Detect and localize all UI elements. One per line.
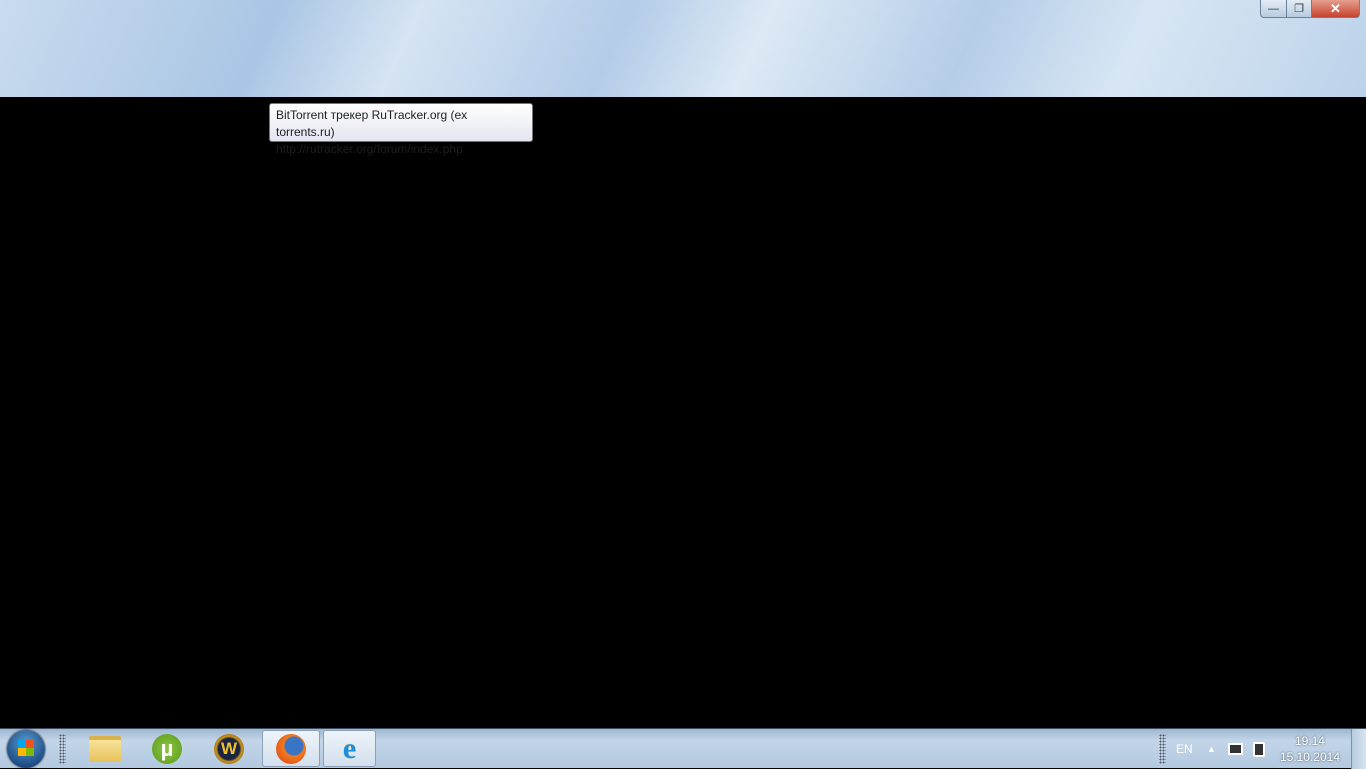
minimize-button[interactable]: — — [1260, 0, 1287, 18]
tooltip-title: BitTorrent трекер RuTracker.org (ex torr… — [276, 108, 468, 139]
taskbar: µ W e EN ▲ 19:14 15.10.2014 — [0, 728, 1366, 769]
ie-icon: e — [342, 731, 357, 765]
window-titlebar: — ❐ ✕ — [0, 0, 1366, 97]
taskbar-utorrent[interactable]: µ — [138, 730, 196, 767]
wow-icon: W — [214, 733, 244, 764]
taskbar-grip[interactable] — [59, 734, 66, 764]
clock-time: 19:14 — [1294, 734, 1325, 748]
clock[interactable]: 19:14 15.10.2014 — [1280, 733, 1340, 765]
network-icon[interactable] — [1228, 729, 1243, 769]
folder-icon — [89, 735, 121, 762]
taskbar-ie[interactable]: e — [323, 730, 376, 767]
tray-expand-icon[interactable]: ▲ — [1207, 729, 1216, 769]
tray-grip[interactable] — [1159, 734, 1166, 764]
windows-logo-icon — [18, 740, 34, 756]
taskbar-firefox[interactable] — [262, 730, 320, 767]
firefox-icon — [276, 733, 306, 764]
taskbar-explorer[interactable] — [76, 730, 134, 767]
taskbar-wow[interactable]: W — [200, 730, 258, 767]
start-button[interactable] — [7, 730, 45, 768]
window-controls: — ❐ ✕ — [1260, 0, 1360, 18]
language-indicator[interactable]: EN — [1176, 729, 1193, 769]
maximize-button[interactable]: ❐ — [1287, 0, 1312, 18]
clock-date: 15.10.2014 — [1279, 750, 1340, 764]
tooltip: BitTorrent трекер RuTracker.org (ex torr… — [269, 103, 533, 156]
power-icon[interactable] — [1253, 729, 1265, 769]
utorrent-icon: µ — [152, 733, 182, 764]
tooltip-url: http://rutracker.org/forum/index.php — [276, 142, 463, 156]
show-desktop-button[interactable] — [1351, 729, 1366, 769]
close-button[interactable]: ✕ — [1312, 0, 1360, 18]
